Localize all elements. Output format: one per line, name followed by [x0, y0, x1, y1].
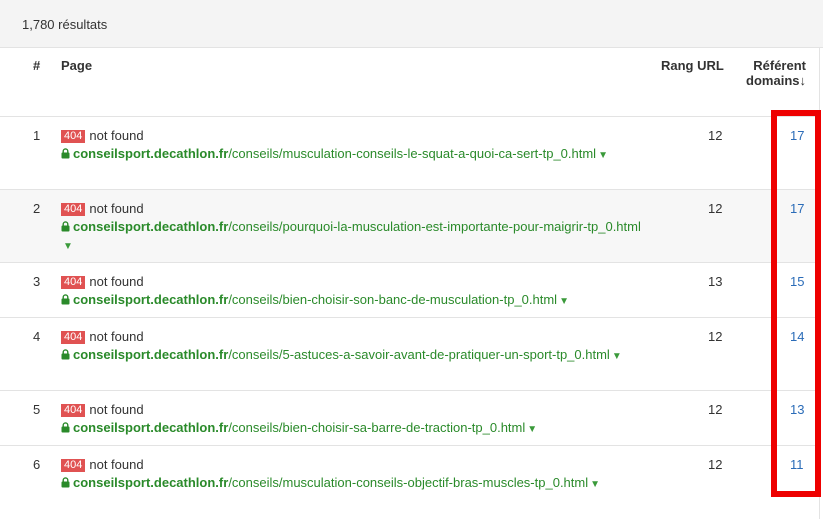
url-domain[interactable]: conseilsport.decathlon.fr [73, 475, 228, 490]
referring-domains-link[interactable]: 13 [790, 402, 804, 417]
url-path[interactable]: /conseils/bien-choisir-sa-barre-de-tract… [228, 420, 525, 435]
table-row: 1 404 not found conseilsport.decathlon.fr/c… [0, 116, 819, 189]
status-text: not found [89, 457, 144, 472]
referring-domains-link[interactable]: 15 [790, 274, 804, 289]
table-row: 3 404 not found conseilsport.decathlon.fr/c… [0, 262, 819, 317]
table-row: 6 404 not found conseilsport.decathlon.fr/c… [0, 445, 819, 519]
referring-domains-link[interactable]: 17 [790, 128, 804, 143]
url-path[interactable]: /conseils/bien-choisir-son-banc-de-muscu… [228, 292, 557, 307]
lock-icon [61, 420, 70, 433]
status-code-badge: 404 [61, 331, 86, 344]
url-path[interactable]: /conseils/musculation-conseils-le-squat-… [228, 146, 596, 161]
caret-down-icon[interactable]: ▼ [612, 351, 622, 362]
url-domain[interactable]: conseilsport.decathlon.fr [73, 292, 228, 307]
results-count: 1,780 résultats [22, 17, 108, 32]
status-code-badge: 404 [61, 203, 86, 216]
page-url-link[interactable]: conseilsport.decathlon.fr/conseils/5-ast… [61, 346, 641, 366]
status-code-badge: 404 [61, 404, 86, 417]
lock-icon [61, 347, 70, 360]
page-url-link[interactable]: conseilsport.decathlon.fr/conseils/bien-… [61, 291, 641, 311]
status-text: not found [89, 128, 144, 143]
caret-down-icon[interactable]: ▼ [63, 241, 73, 252]
status-line: 404 not found [61, 274, 144, 289]
header-number: # [33, 58, 41, 73]
status-line: 404 not found [61, 329, 144, 344]
row-number: 1 [33, 128, 41, 143]
results-bar: 1,780 résultats [0, 0, 823, 48]
url-rank-value: 12 [708, 201, 723, 216]
header-referring-domains-line2: domains [746, 73, 800, 88]
status-line: 404 not found [61, 201, 144, 216]
row-number: 6 [33, 457, 41, 472]
table-row: 2 404 not found conseilsport.decathlon.fr/c… [0, 189, 819, 262]
status-line: 404 not found [61, 128, 144, 143]
header-referring-domains-line1: Référent [753, 58, 806, 73]
row-number: 2 [33, 201, 41, 216]
results-table-view: 1,780 résultats # Page Rang URL Référent… [0, 0, 823, 519]
status-text: not found [89, 201, 144, 216]
status-text: not found [89, 329, 144, 344]
header-referring-domains[interactable]: Référent domains↓ [746, 58, 806, 88]
page-url-link[interactable]: conseilsport.decathlon.fr/conseils/muscu… [61, 474, 641, 494]
status-code-badge: 404 [61, 459, 86, 472]
url-rank-value: 13 [708, 274, 723, 289]
status-line: 404 not found [61, 402, 144, 417]
status-text: not found [89, 274, 144, 289]
referring-domains-link[interactable]: 14 [790, 329, 804, 344]
caret-down-icon[interactable]: ▼ [590, 479, 600, 490]
row-number: 3 [33, 274, 41, 289]
url-path[interactable]: /conseils/5-astuces-a-savoir-avant-de-pr… [228, 347, 610, 362]
lock-icon [61, 219, 70, 232]
url-path[interactable]: /conseils/pourquoi-la-musculation-est-im… [228, 219, 641, 234]
lock-icon [61, 146, 70, 159]
url-rank-value: 12 [708, 402, 723, 417]
status-line: 404 not found [61, 457, 144, 472]
status-code-badge: 404 [61, 276, 86, 289]
caret-down-icon[interactable]: ▼ [598, 150, 608, 161]
header-page[interactable]: Page [61, 58, 92, 73]
status-text: not found [89, 402, 144, 417]
caret-down-icon[interactable]: ▼ [559, 296, 569, 307]
caret-down-icon[interactable]: ▼ [527, 424, 537, 435]
lock-icon [61, 292, 70, 305]
url-domain[interactable]: conseilsport.decathlon.fr [73, 146, 228, 161]
url-domain[interactable]: conseilsport.decathlon.fr [73, 219, 228, 234]
table-row: 4 404 not found conseilsport.decathlon.fr/c… [0, 317, 819, 390]
referring-domains-link[interactable]: 17 [790, 201, 804, 216]
status-code-badge: 404 [61, 130, 86, 143]
row-number: 4 [33, 329, 41, 344]
table-row: 5 404 not found conseilsport.decathlon.fr/c… [0, 390, 819, 445]
page-url-link[interactable]: conseilsport.decathlon.fr/conseils/pourq… [61, 218, 641, 256]
url-domain[interactable]: conseilsport.decathlon.fr [73, 420, 228, 435]
page-url-link[interactable]: conseilsport.decathlon.fr/conseils/muscu… [61, 145, 641, 165]
sort-arrow-icon[interactable]: ↓ [800, 73, 807, 88]
url-rank-value: 12 [708, 128, 723, 143]
url-rank-value: 12 [708, 457, 723, 472]
url-domain[interactable]: conseilsport.decathlon.fr [73, 347, 228, 362]
referring-domains-link[interactable]: 11 [790, 457, 804, 472]
table-right-border [819, 48, 820, 519]
url-rank-value: 12 [708, 329, 723, 344]
url-path[interactable]: /conseils/musculation-conseils-objectif-… [228, 475, 588, 490]
lock-icon [61, 475, 70, 488]
row-number: 5 [33, 402, 41, 417]
header-referring-domains-line2-wrap: domains↓ [746, 73, 806, 88]
header-url-rank[interactable]: Rang URL [661, 58, 724, 73]
page-url-link[interactable]: conseilsport.decathlon.fr/conseils/bien-… [61, 419, 641, 439]
